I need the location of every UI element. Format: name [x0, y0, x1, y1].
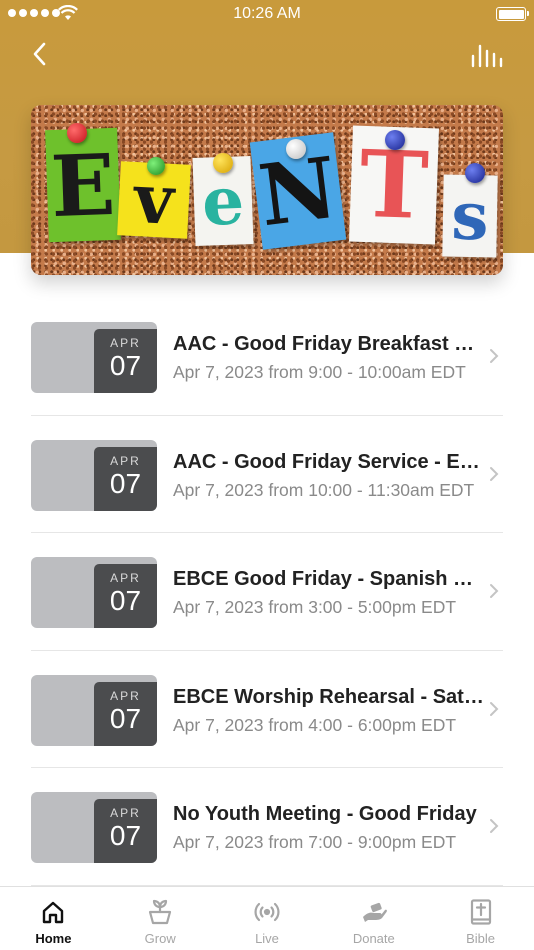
date-badge: APR 07 [94, 446, 157, 511]
bible-icon [470, 899, 491, 925]
date-day: 07 [109, 350, 142, 381]
date-badge: APR 07 [94, 329, 157, 393]
tab-donate[interactable]: Donate [320, 887, 427, 950]
events-list: APR 07 AAC - Good Friday Breakfast Fello… [31, 298, 503, 886]
status-bar: 10:26 AM [0, 0, 534, 28]
event-datetime: Apr 7, 2023 from 3:00 - 5:00pm EDT [173, 597, 457, 617]
event-datetime: Apr 7, 2023 from 4:00 - 6:00pm EDT [173, 714, 457, 735]
broadcast-icon [254, 902, 280, 922]
date-month: APR [110, 688, 141, 703]
event-row[interactable]: APR 07 EBCE Worship Rehearsal - Saturday… [31, 651, 503, 768]
event-title: AAC - Good Friday Service - English [173, 450, 485, 473]
date-badge: APR 07 [94, 799, 157, 863]
tab-label: Bible [466, 931, 496, 946]
tab-label: Live [255, 931, 279, 946]
date-day: 07 [109, 820, 142, 851]
tab-label: Grow [144, 931, 176, 946]
equalizer-icon[interactable] [470, 40, 504, 70]
event-datetime: Apr 7, 2023 from 9:00 - 10:00am EDT [173, 362, 466, 382]
date-day: 07 [109, 702, 142, 734]
home-icon [43, 901, 64, 924]
bottom-tab-bar: Home Grow Live Donate Bible [0, 886, 534, 950]
banner-letter: s [442, 174, 498, 258]
event-row[interactable]: APR 07 AAC - Good Friday Breakfast Fello… [31, 298, 503, 416]
event-title: EBCE Good Friday - Spanish Service [173, 568, 485, 590]
chevron-right-icon [490, 701, 499, 716]
status-time: 10:26 AM [233, 5, 301, 22]
tab-live[interactable]: Live [214, 887, 321, 950]
event-title: EBCE Worship Rehearsal - Saturday [173, 685, 485, 708]
event-row[interactable]: APR 07 EBCE Good Friday - Spanish Servic… [31, 533, 503, 651]
event-row[interactable]: APR 07 AAC - Good Friday Service - Engli… [31, 416, 503, 533]
event-datetime: Apr 7, 2023 from 7:00 - 9:00pm EDT [173, 832, 457, 852]
pushpin-icon [465, 163, 485, 183]
chevron-right-icon [490, 466, 499, 481]
pushpin-icon [67, 123, 87, 143]
tab-home[interactable]: Home [0, 887, 107, 950]
tab-grow[interactable]: Grow [107, 887, 214, 950]
sprout-icon [149, 899, 172, 925]
tab-label: Home [35, 931, 72, 946]
back-chevron-icon[interactable] [26, 38, 56, 70]
date-badge: APR 07 [94, 681, 157, 746]
pushpin-icon [385, 130, 405, 150]
donate-hand-icon [362, 902, 387, 922]
tab-label: Donate [352, 931, 395, 946]
date-month: APR [110, 453, 141, 468]
pushpin-icon [147, 157, 165, 175]
tab-bible[interactable]: Bible [427, 887, 534, 950]
event-title: AAC - Good Friday Breakfast Fellowship [173, 333, 485, 355]
chevron-right-icon [490, 819, 499, 833]
battery-icon [496, 7, 529, 21]
banner-letter: E [45, 127, 121, 243]
event-row[interactable]: APR 07 No Youth Meeting - Good Friday Ap… [31, 768, 503, 886]
date-month: APR [110, 571, 141, 585]
date-day: 07 [109, 585, 142, 616]
pushpin-icon [286, 139, 306, 159]
pushpin-icon [213, 153, 233, 173]
events-banner-image: E v e N T s [31, 105, 503, 275]
event-datetime: Apr 7, 2023 from 10:00 - 11:30am EDT [173, 479, 475, 500]
date-month: APR [110, 806, 141, 820]
date-day: 07 [109, 467, 142, 499]
event-title: No Youth Meeting - Good Friday [173, 803, 477, 825]
date-badge: APR 07 [94, 564, 157, 628]
date-month: APR [110, 336, 141, 350]
chevron-right-icon [490, 584, 499, 598]
chevron-right-icon [490, 349, 499, 363]
